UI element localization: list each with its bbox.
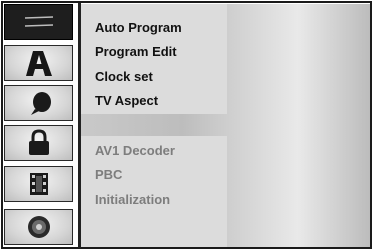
menu-item-program-edit[interactable]: Program Edit: [95, 44, 177, 60]
speech-bubble-icon: [30, 92, 51, 115]
tab-language[interactable]: [4, 45, 73, 81]
menu-lines-icon: [24, 16, 53, 27]
tab-audio[interactable]: [4, 85, 73, 121]
tab-recording[interactable]: [4, 166, 73, 202]
tab-lock[interactable]: [4, 125, 73, 161]
film-strip-icon: [29, 173, 48, 195]
letter-a-icon: [25, 51, 52, 76]
menu-item-pbc: PBC: [95, 167, 123, 182]
tab-disc[interactable]: [4, 209, 73, 245]
menu-item-initialization: Initialization: [95, 192, 171, 207]
menu-item-av1-decoder: AV1 Decoder: [95, 143, 175, 158]
menu-item-clock-set[interactable]: Clock set: [95, 69, 153, 85]
padlock-icon: [28, 129, 49, 155]
disc-icon: [27, 216, 50, 238]
menu-item-tv-aspect[interactable]: TV Aspect: [95, 93, 158, 109]
menu-item-auto-program[interactable]: Auto Program: [95, 20, 182, 36]
category-sidebar: [4, 4, 73, 247]
tab-general[interactable]: [4, 4, 73, 40]
